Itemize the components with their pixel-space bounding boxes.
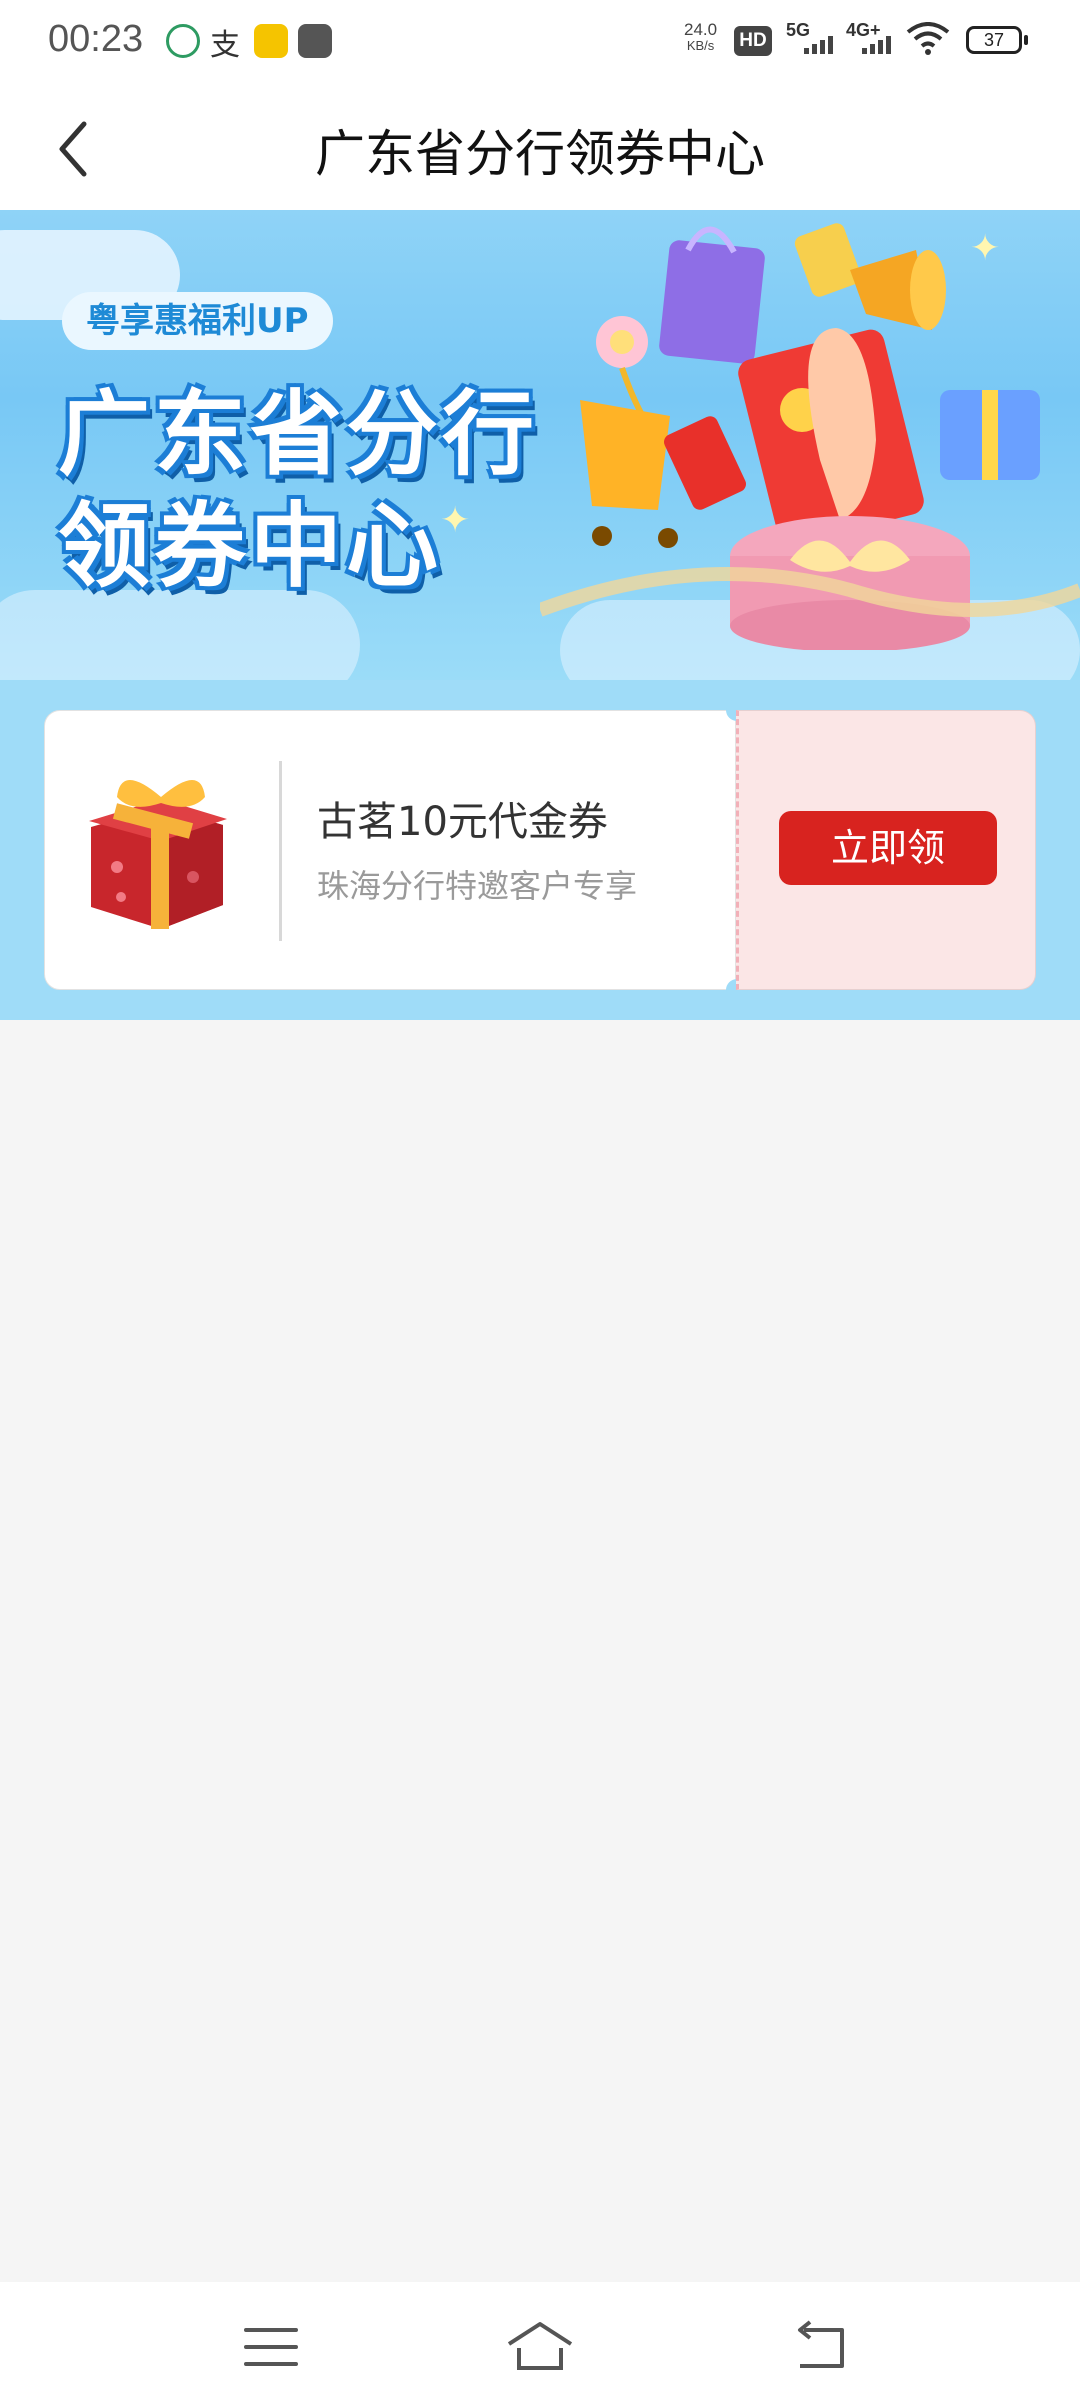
gift-box-icon	[89, 780, 227, 929]
shopping-bag-icon	[298, 24, 332, 58]
net-speed-unit: KB/s	[686, 38, 715, 53]
signal1-icon	[804, 36, 833, 54]
status-bar: 00:23 支 24.0 KB/s HD 5G 4G+ 37	[0, 0, 1080, 84]
hd-icon: HD	[734, 26, 772, 56]
menu-icon[interactable]	[236, 2312, 306, 2382]
coupon-name: 古茗10元代金券	[317, 799, 608, 845]
header: 广东省分行领券中心	[0, 84, 1080, 210]
wifi-icon	[906, 22, 950, 55]
alipay-icon: 支	[210, 28, 240, 63]
status-time: 00:23	[48, 18, 144, 60]
battery-icon: 37	[966, 26, 1028, 54]
promo-badge: 粤享惠福利UP	[62, 292, 333, 350]
net-speed-value: 24.0	[684, 20, 718, 39]
sparkle-icon: ✦	[440, 500, 471, 541]
coupon-description: 珠海分行特邀客户专享	[317, 867, 638, 905]
claim-button[interactable]: 立即领	[779, 811, 997, 885]
battery-level: 37	[983, 30, 1005, 50]
coupon-info: 古茗10元代金券 珠海分行特邀客户专享	[44, 710, 736, 990]
net-speed: 24.0 KB/s	[684, 20, 718, 54]
coupon-card: 古茗10元代金券 珠海分行特邀客户专享 立即领	[44, 699, 1036, 1001]
app-notification-icon	[254, 24, 288, 58]
banner-title-line2: 领券中心	[58, 493, 443, 600]
app-notification-icon	[166, 24, 200, 58]
home-icon[interactable]	[505, 2312, 575, 2382]
signal2-icon	[862, 36, 891, 54]
coupon-action: 立即领	[736, 710, 1036, 990]
back-nav-icon[interactable]	[788, 2312, 858, 2382]
promo-banner: 粤享惠福利UP 广东省分行 领券中心 ✦ ✦	[0, 210, 1080, 680]
coupon-divider	[279, 761, 282, 941]
page-title: 广东省分行领券中心	[315, 125, 765, 183]
gift-illustration	[540, 223, 1080, 650]
coupon-list: 古茗10元代金券 珠海分行特邀客户专享 立即领	[0, 680, 1080, 1020]
system-nav-bar	[0, 2282, 1080, 2408]
